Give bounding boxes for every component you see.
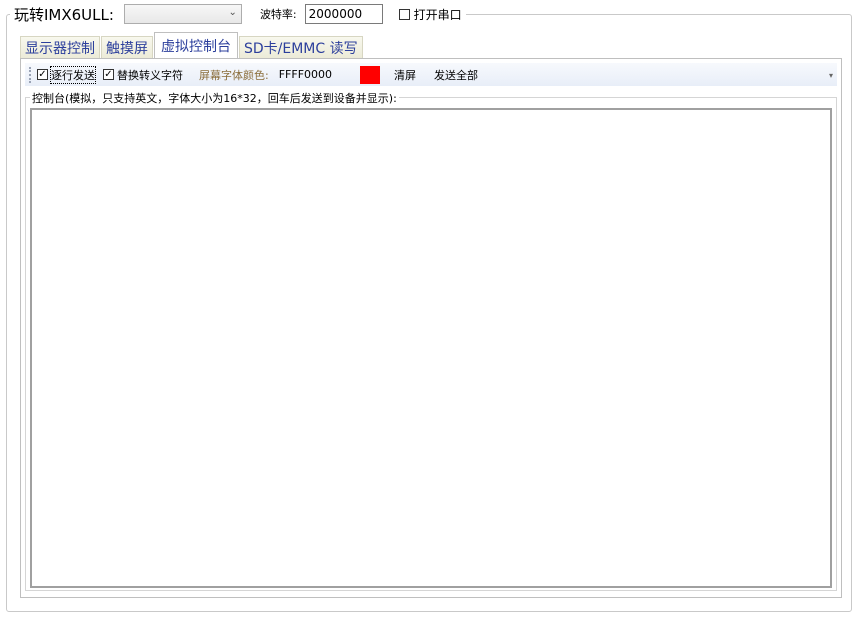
tab-touchscreen[interactable]: 触摸屏 <box>101 36 153 58</box>
line-send-label: 逐行发送 <box>50 65 96 84</box>
tab-display-control[interactable]: 显示器控制 <box>20 36 100 58</box>
font-color-swatch-button[interactable] <box>360 65 381 84</box>
escape-chars-checkbox[interactable] <box>103 69 114 80</box>
console-text-area[interactable] <box>30 108 832 588</box>
toolbar-grip-handle[interactable] <box>29 66 34 83</box>
tab-sd-emmc[interactable]: SD卡/EMMC 读写 <box>239 36 363 58</box>
send-all-button[interactable]: 发送全部 <box>434 67 478 83</box>
header-bar: 玩转IMX6ULL: ⌄ 波特率: 打开串口 <box>10 2 466 26</box>
baud-rate-label: 波特率: <box>259 8 297 21</box>
open-port-toggle[interactable]: 打开串口 <box>398 6 462 23</box>
toolbar-overflow-icon[interactable]: ▾ <box>829 71 833 80</box>
font-color-value: FFFF0000 <box>278 68 333 81</box>
open-port-checkbox[interactable] <box>398 8 410 20</box>
tab-virtual-console[interactable]: 虚拟控制台 <box>154 32 238 58</box>
line-send-checkbox[interactable] <box>37 69 48 80</box>
line-send-toggle[interactable]: 逐行发送 <box>37 65 96 84</box>
device-select[interactable]: ⌄ <box>123 4 242 24</box>
app-title: 玩转IMX6ULL: <box>14 5 114 24</box>
console-legend: 控制台(模拟，只支持英文，字体大小为16*32，回车后发送到设备并显示): <box>30 90 399 106</box>
console-group-box: 控制台(模拟，只支持英文，字体大小为16*32，回车后发送到设备并显示): <box>25 90 837 591</box>
console-toolbar: 逐行发送 替换转义字符 屏幕字体颜色: FFFF0000 清屏 发送全部 ▾ <box>25 63 837 86</box>
tab-strip: 显示器控制 触摸屏 虚拟控制台 SD卡/EMMC 读写 <box>20 32 364 58</box>
chevron-down-icon: ⌄ <box>228 7 237 18</box>
font-color-label: 屏幕字体颜色: <box>199 68 269 82</box>
clear-screen-button[interactable]: 清屏 <box>394 67 416 83</box>
open-port-label: 打开串口 <box>413 7 462 22</box>
baud-rate-input[interactable] <box>304 4 383 24</box>
escape-chars-toggle[interactable]: 替换转义字符 <box>103 67 183 83</box>
escape-chars-label: 替换转义字符 <box>117 68 183 82</box>
virtual-console-panel: 逐行发送 替换转义字符 屏幕字体颜色: FFFF0000 清屏 发送全部 ▾ 控… <box>20 58 842 598</box>
